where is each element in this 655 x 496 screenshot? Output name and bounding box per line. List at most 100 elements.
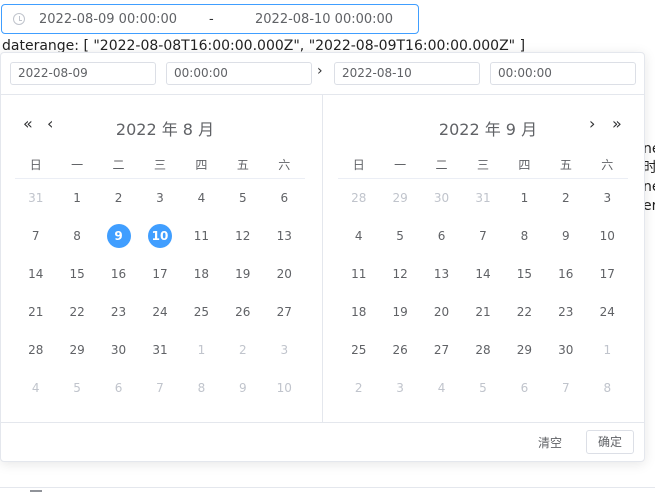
calendar-day[interactable]: 14 [471, 262, 495, 286]
calendar-day[interactable]: 1 [595, 338, 619, 362]
calendar-day[interactable]: 21 [471, 300, 495, 324]
calendar-day[interactable]: 8 [512, 224, 536, 248]
calendar-day[interactable]: 23 [554, 300, 578, 324]
calendar-day[interactable]: 8 [595, 376, 619, 400]
range-end-text[interactable]: 2022-08-10 00:00:00 [255, 12, 393, 27]
calendar-day[interactable]: 4 [430, 376, 454, 400]
calendar-day[interactable]: 14 [24, 262, 48, 286]
calendar-day[interactable]: 17 [148, 262, 172, 286]
calendar-day[interactable]: 1 [189, 338, 213, 362]
date-range-input[interactable]: 2022-08-09 00:00:00 - 2022-08-10 00:00:0… [1, 4, 419, 34]
calendar-day[interactable]: 27 [430, 338, 454, 362]
confirm-button[interactable]: 确定 [586, 430, 634, 454]
calendar-day[interactable]: 4 [189, 186, 213, 210]
calendar-day[interactable]: 30 [107, 338, 131, 362]
calendar-cell: 16 [545, 255, 586, 293]
calendar-day[interactable]: 20 [272, 262, 296, 286]
calendar-day[interactable]: 3 [388, 376, 412, 400]
next-year-button[interactable]: » [612, 114, 622, 133]
calendar-day[interactable]: 1 [512, 186, 536, 210]
calendar-day[interactable]: 25 [189, 300, 213, 324]
start-time-input[interactable]: 00:00:00 [166, 62, 312, 85]
calendar-day[interactable]: 2 [107, 186, 131, 210]
calendar-day[interactable]: 23 [107, 300, 131, 324]
calendar-cell: 29 [379, 179, 420, 218]
calendar-day[interactable]: 10 [595, 224, 619, 248]
calendar-day[interactable]: 8 [65, 224, 89, 248]
calendar-day[interactable]: 4 [347, 224, 371, 248]
calendar-day[interactable]: 31 [148, 338, 172, 362]
calendar-day[interactable]: 6 [107, 376, 131, 400]
calendar-day[interactable]: 5 [471, 376, 495, 400]
calendar-day[interactable]: 1 [65, 186, 89, 210]
calendar-day[interactable]: 2 [554, 186, 578, 210]
calendar-day[interactable]: 4 [24, 376, 48, 400]
calendar-day[interactable]: 12 [388, 262, 412, 286]
calendar-day[interactable]: 28 [347, 186, 371, 210]
calendar-day[interactable]: 8 [189, 376, 213, 400]
calendar-day[interactable]: 30 [430, 186, 454, 210]
calendar-day[interactable]: 12 [231, 224, 255, 248]
calendar-day[interactable]: 5 [231, 186, 255, 210]
calendar-day[interactable]: 3 [272, 338, 296, 362]
calendar-day[interactable]: 7 [471, 224, 495, 248]
calendar-day[interactable]: 5 [65, 376, 89, 400]
calendar-day[interactable]: 21 [24, 300, 48, 324]
calendar-day[interactable]: 27 [272, 300, 296, 324]
calendar-day[interactable]: 22 [65, 300, 89, 324]
next-month-button[interactable]: › [589, 114, 595, 133]
calendar-day[interactable]: 18 [189, 262, 213, 286]
calendar-day[interactable]: 15 [512, 262, 536, 286]
calendar-day[interactable]: 7 [554, 376, 578, 400]
end-date-input[interactable]: 2022-08-10 [334, 62, 480, 85]
calendar-day[interactable]: 15 [65, 262, 89, 286]
calendar-day[interactable]: 7 [148, 376, 172, 400]
calendar-day[interactable]: 9 [231, 376, 255, 400]
calendar-day[interactable]: 16 [554, 262, 578, 286]
calendar-day[interactable]: 6 [272, 186, 296, 210]
calendar-day[interactable]: 29 [512, 338, 536, 362]
calendar-day[interactable]: 9 [554, 224, 578, 248]
calendar-day[interactable]: 10 [272, 376, 296, 400]
calendar-day[interactable]: 13 [430, 262, 454, 286]
calendar-day[interactable]: 11 [347, 262, 371, 286]
calendar-day[interactable]: 13 [272, 224, 296, 248]
calendar-day[interactable]: 26 [231, 300, 255, 324]
calendar-day[interactable]: 11 [189, 224, 213, 248]
calendar-day[interactable]: 31 [24, 186, 48, 210]
calendar-day[interactable]: 29 [388, 186, 412, 210]
calendar-day[interactable]: 29 [65, 338, 89, 362]
calendar-day[interactable]: 10 [147, 224, 172, 248]
calendar-day[interactable]: 3 [595, 186, 619, 210]
clear-button[interactable]: 清空 [538, 434, 562, 451]
calendar-day[interactable]: 24 [595, 300, 619, 324]
calendar-day[interactable]: 2 [347, 376, 371, 400]
calendar-day[interactable]: 22 [512, 300, 536, 324]
calendar-day[interactable]: 30 [554, 338, 578, 362]
calendar-day[interactable]: 18 [347, 300, 371, 324]
calendar-day[interactable]: 5 [388, 224, 412, 248]
calendar-day[interactable]: 6 [512, 376, 536, 400]
calendar-day[interactable]: 17 [595, 262, 619, 286]
calendar-day[interactable]: 28 [471, 338, 495, 362]
calendar-day[interactable]: 9 [106, 224, 131, 248]
calendar-cell: 15 [56, 255, 97, 293]
calendar-day[interactable]: 19 [388, 300, 412, 324]
end-time-input[interactable]: 00:00:00 [490, 62, 636, 85]
calendar-day[interactable]: 19 [231, 262, 255, 286]
calendar-day[interactable]: 3 [148, 186, 172, 210]
calendar-day[interactable]: 2 [231, 338, 255, 362]
clock-icon [13, 13, 25, 25]
calendar-day[interactable]: 6 [430, 224, 454, 248]
calendar-day[interactable]: 20 [430, 300, 454, 324]
calendar-day[interactable]: 28 [24, 338, 48, 362]
range-start-text[interactable]: 2022-08-09 00:00:00 [39, 12, 177, 27]
calendar-day[interactable]: 31 [471, 186, 495, 210]
start-date-input[interactable]: 2022-08-09 [10, 62, 156, 85]
calendar-day[interactable]: 24 [148, 300, 172, 324]
calendar-day[interactable]: 16 [107, 262, 131, 286]
calendar-cell: 10 [264, 369, 305, 407]
calendar-day[interactable]: 7 [24, 224, 48, 248]
calendar-day[interactable]: 26 [388, 338, 412, 362]
calendar-day[interactable]: 25 [347, 338, 371, 362]
